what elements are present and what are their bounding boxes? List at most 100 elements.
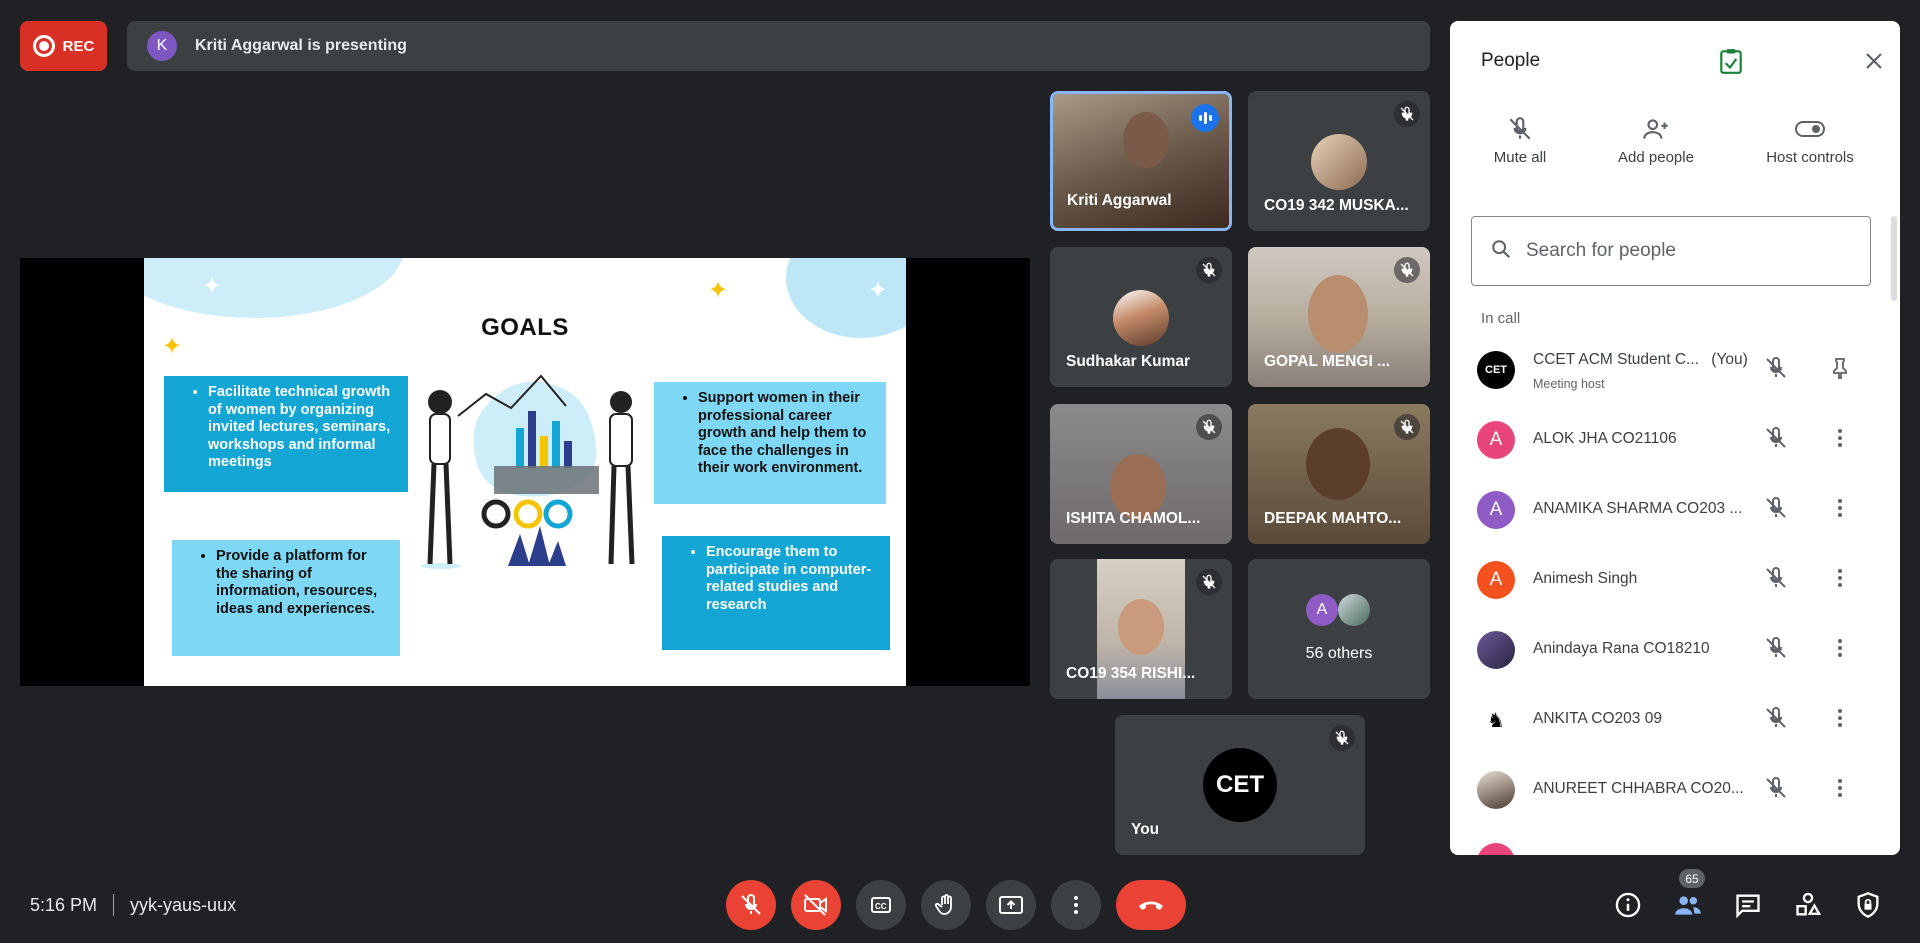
record-icon: [32, 35, 55, 57]
avatar: A: [1306, 594, 1338, 626]
search-input[interactable]: [1526, 240, 1826, 262]
slide-decoration: [144, 258, 404, 318]
meeting-details-button[interactable]: [1613, 890, 1643, 920]
slide-title: GOALS: [481, 314, 569, 341]
meeting-info: 5:16 PM yyk-yaus-uux: [30, 894, 236, 916]
mic-off-icon[interactable]: [1764, 426, 1788, 455]
mic-off-icon[interactable]: [1764, 356, 1788, 385]
avatar: CET: [1477, 351, 1515, 389]
participant-tile[interactable]: Kriti Aggarwal: [1050, 91, 1232, 231]
participant-face: [1123, 112, 1169, 168]
scrollbar[interactable]: [1891, 216, 1897, 301]
avatar: [1477, 631, 1515, 669]
presenting-text: Kriti Aggarwal is presenting: [195, 37, 407, 54]
present-button[interactable]: [986, 880, 1036, 930]
participant-tile[interactable]: ISHITA CHAMOL...: [1050, 404, 1232, 544]
mic-off-icon[interactable]: [1764, 636, 1788, 665]
participant-row[interactable]: ANUREET CHHABRA CO20...: [1450, 755, 1880, 825]
search-box[interactable]: [1471, 216, 1871, 286]
participant-row[interactable]: A Animesh Singh: [1450, 545, 1880, 615]
mic-off-icon[interactable]: [1764, 496, 1788, 525]
participant-name: GOPAL MENGI ...: [1264, 353, 1391, 370]
participant-name: Anindaya Rana CO18210: [1533, 640, 1710, 657]
mic-off-icon: [1394, 414, 1420, 440]
goals-illustration: [421, 374, 635, 569]
participant-tile[interactable]: Sudhakar Kumar: [1050, 247, 1232, 387]
chat-button[interactable]: [1733, 890, 1763, 920]
more-vert-icon[interactable]: [1828, 706, 1852, 735]
participant-name: Animesh Singh: [1533, 570, 1638, 587]
participant-row[interactable]: A ALOK JHA CO21106: [1450, 405, 1880, 475]
avatar: ♞: [1477, 701, 1515, 739]
more-vert-icon[interactable]: [1828, 496, 1852, 525]
mute-all-button[interactable]: Mute all: [1482, 109, 1558, 166]
goal-text: Facilitate technical growth of women by …: [208, 384, 398, 472]
avatar: A: [1477, 421, 1515, 459]
participant-name: CO19 354 RISHI...: [1066, 665, 1196, 682]
participant-count-badge: 65: [1679, 869, 1705, 888]
mic-off-icon[interactable]: [1764, 776, 1788, 805]
mic-off-icon: [1196, 257, 1222, 283]
more-options-button[interactable]: [1051, 880, 1101, 930]
others-tile[interactable]: A 56 others: [1248, 559, 1430, 699]
hang-up-icon: [1139, 901, 1163, 910]
camera-toggle-button[interactable]: [791, 880, 841, 930]
participant-row[interactable]: Anindaya Rana CO18210: [1450, 615, 1880, 685]
avatar: A: [1477, 561, 1515, 599]
mic-off-icon: [741, 894, 761, 915]
mic-off-icon: [1196, 569, 1222, 595]
activities-button[interactable]: [1793, 890, 1823, 920]
self-tile[interactable]: CET You: [1115, 715, 1365, 855]
mic-off-icon: [1196, 414, 1222, 440]
more-vert-icon[interactable]: [1828, 776, 1852, 805]
participant-name: ANAMIKA SHARMA CO203 ...: [1533, 500, 1743, 517]
more-vert-icon[interactable]: [1828, 426, 1852, 455]
participant-tile[interactable]: DEEPAK MAHTO...: [1248, 404, 1430, 544]
add-people-button[interactable]: Add people: [1606, 109, 1706, 166]
camera-off-icon: [804, 894, 827, 916]
more-vert-icon[interactable]: [1828, 636, 1852, 665]
people-button[interactable]: [1673, 890, 1703, 920]
chat-icon: [1736, 894, 1760, 919]
avatar: [1477, 771, 1515, 809]
leave-call-button[interactable]: [1116, 880, 1186, 930]
goal-text: Provide a platform for the sharing of in…: [216, 548, 390, 618]
mic-off-icon: [1394, 101, 1420, 127]
info-icon: [1615, 892, 1641, 918]
sparkle-icon: ✦: [708, 277, 729, 304]
recording-indicator[interactable]: REC: [20, 21, 107, 71]
you-label: (You): [1711, 351, 1748, 368]
more-vert-icon[interactable]: [1828, 566, 1852, 595]
close-icon[interactable]: [1862, 49, 1886, 78]
mic-off-icon[interactable]: [1764, 706, 1788, 735]
mic-off-icon[interactable]: [1764, 566, 1788, 595]
participant-tile[interactable]: CO19 354 RISHI...: [1050, 559, 1232, 699]
search-icon: [1490, 238, 1512, 265]
participant-row[interactable]: ♞ ANKITA CO203 09: [1450, 685, 1880, 755]
raise-hand-button[interactable]: [921, 880, 971, 930]
participant-tile[interactable]: GOPAL MENGI ...: [1248, 247, 1430, 387]
host-controls-button[interactable]: Host controls: [1754, 109, 1866, 166]
mic-toggle-button[interactable]: [726, 880, 776, 930]
host-controls-label: Host controls: [1766, 149, 1854, 166]
pin-icon[interactable]: [1828, 356, 1852, 385]
goal-text: Support women in their professional care…: [698, 390, 876, 478]
divider: [113, 894, 115, 916]
host-checklist-icon[interactable]: [1718, 47, 1744, 80]
captions-button[interactable]: CC: [856, 880, 906, 930]
participant-name: ANUREET CHHABRA CO20...: [1533, 780, 1744, 797]
participant-row[interactable]: CET CCET ACM Student C... (You) Meeting …: [1450, 335, 1880, 405]
participant-row[interactable]: A ANAMIKA SHARMA CO203 ...: [1450, 475, 1880, 545]
participant-name: CCET ACM Student C... (You): [1533, 351, 1748, 369]
participant-tile[interactable]: CO19 342 MUSKA...: [1248, 91, 1430, 231]
mic-off-icon: [1482, 109, 1558, 149]
add-people-label: Add people: [1618, 149, 1694, 166]
avatar: A: [1477, 491, 1515, 529]
in-call-label: In call: [1481, 310, 1521, 327]
people-icon: [1675, 896, 1701, 915]
participant-name: ISHITA CHAMOL...: [1066, 510, 1201, 527]
avatar: [1338, 594, 1370, 626]
avatar: [1311, 134, 1367, 190]
presentation-stage[interactable]: ✦ ✦ ✦ ✦ GOALS Facilitate technical growt…: [20, 258, 1030, 686]
host-controls-toolbar-button[interactable]: [1853, 890, 1883, 920]
